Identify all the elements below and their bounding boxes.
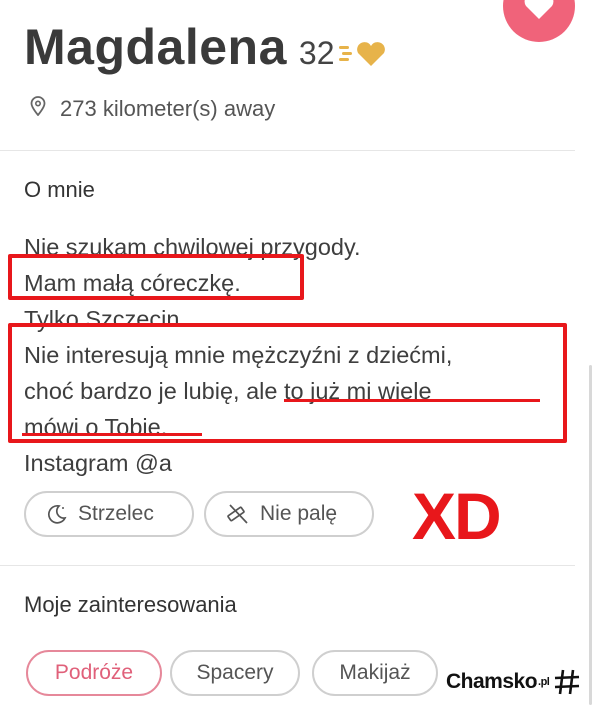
divider — [0, 565, 575, 566]
interest-chip[interactable]: Podróże — [26, 650, 162, 696]
highlight-underline — [284, 399, 540, 402]
hash-icon — [553, 668, 581, 696]
watermark-brand: Chamsko — [446, 670, 538, 693]
watermark: Chamsko .pl — [446, 668, 581, 696]
profile-name: Magdalena — [24, 19, 287, 75]
profile-header: Magdalena 32 — [24, 18, 391, 76]
location-row: 273 kilometer(s) away — [30, 96, 275, 122]
annotation-xd: XD — [412, 479, 502, 553]
tag-label: Nie palę — [260, 502, 338, 525]
tag-label: Strzelec — [78, 502, 154, 525]
heart-icon — [524, 0, 554, 19]
highlight-box — [8, 254, 304, 300]
highlight-underline — [22, 433, 202, 436]
no-smoking-icon — [226, 502, 250, 526]
interests-title: Moje zainteresowania — [24, 592, 237, 617]
location-pin-icon — [30, 96, 46, 122]
about-title: O mnie — [24, 177, 95, 202]
like-button[interactable] — [503, 0, 575, 42]
bio-line: Instagram @a — [24, 450, 172, 476]
distance-text: 273 kilometer(s) away — [60, 96, 276, 121]
scrollbar[interactable] — [589, 365, 592, 705]
interest-chip[interactable]: Makijaż — [312, 650, 438, 696]
tag-zodiac[interactable]: Strzelec — [24, 491, 194, 537]
interest-chip[interactable]: Spacery — [170, 650, 300, 696]
profile-age: 32 — [298, 35, 335, 71]
highlight-box — [8, 323, 567, 443]
tag-smoking[interactable]: Nie palę — [204, 491, 374, 537]
watermark-suffix: .pl — [538, 676, 550, 688]
moon-icon — [46, 503, 68, 525]
divider — [0, 150, 575, 151]
gold-heart-icon — [338, 40, 391, 73]
